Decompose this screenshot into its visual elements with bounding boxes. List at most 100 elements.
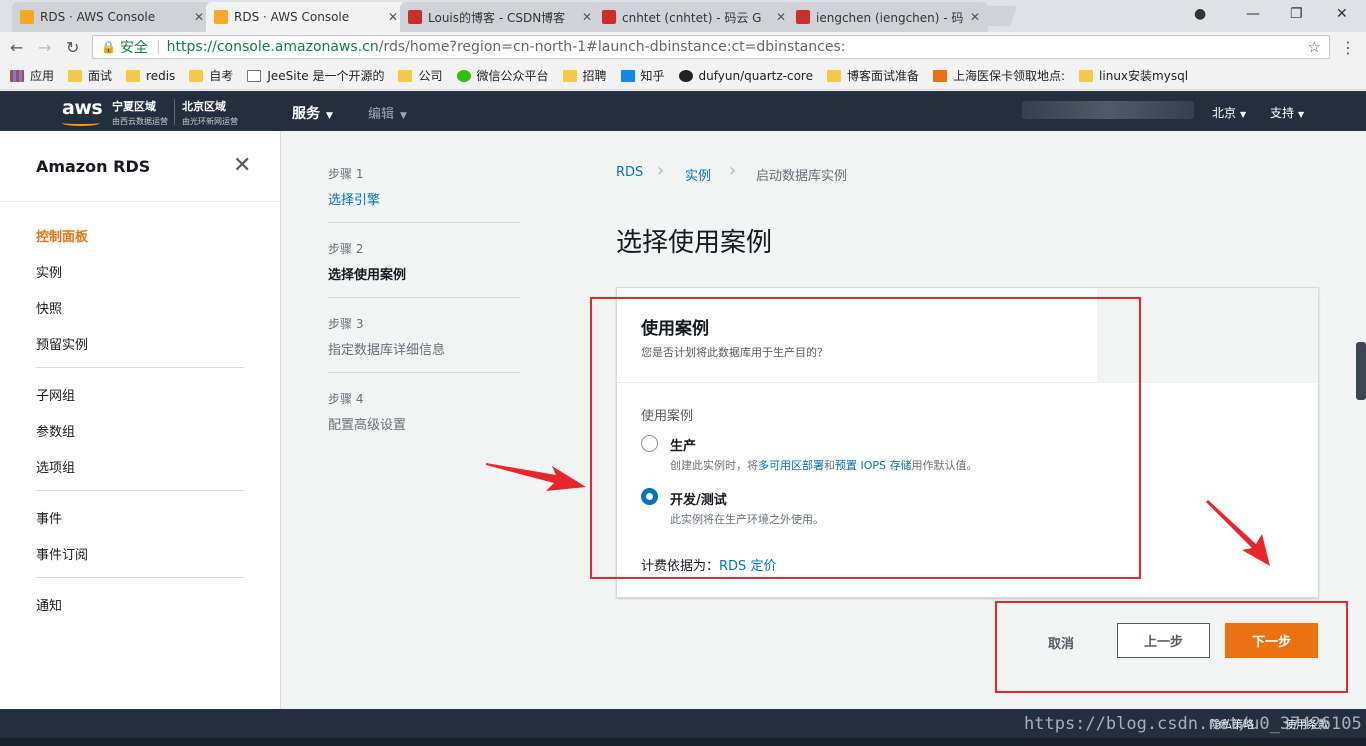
support-menu[interactable]: 支持 ▼ <box>1270 104 1304 121</box>
close-tab-icon[interactable]: ✕ <box>776 10 786 24</box>
step-2-number: 步骤 2 <box>328 242 364 256</box>
chevron-down-icon: ▼ <box>1298 110 1305 119</box>
new-tab-button[interactable] <box>978 6 1018 26</box>
sidebar-item-parameter-groups[interactable]: 参数组 <box>36 421 75 440</box>
forward-icon[interactable]: → <box>38 38 51 57</box>
edit-menu[interactable]: 编辑 ▼ <box>368 103 407 122</box>
aws-favicon-icon <box>214 10 228 24</box>
bookmark-item[interactable]: redis <box>126 69 175 83</box>
aws-smile-icon <box>62 120 100 126</box>
bookmark-item[interactable]: 公司 <box>398 67 443 84</box>
reload-icon[interactable]: ↻ <box>66 38 79 57</box>
browser-tab[interactable]: cnhtet (cnhtet) - 码云 G ✕ <box>594 2 794 32</box>
annotation-arrow-icon <box>1206 500 1270 566</box>
bookmark-item[interactable]: dufyun/quartz-core <box>678 69 813 83</box>
aws-console-header: aws 宁夏区域 由西云数据运营 北京区域 由光环新网运营 服务 ▼ 编辑 ▼ 北京… <box>0 91 1366 131</box>
bookmark-item[interactable]: 微信公众平台 <box>456 67 549 84</box>
step-4-number: 步骤 4 <box>328 392 364 406</box>
close-tab-icon[interactable]: ✕ <box>194 10 204 24</box>
close-tab-icon[interactable]: ✕ <box>388 10 398 24</box>
breadcrumb-rds[interactable]: RDS <box>616 165 643 180</box>
folder-icon <box>562 69 577 82</box>
url-input[interactable]: 🔒 安全 | https://console.amazonaws.cn /rds… <box>92 35 1330 59</box>
sidebar-divider <box>36 577 244 578</box>
browser-tab[interactable]: iengchen (iengchen) - 码 ✕ <box>788 2 988 32</box>
aws-logo[interactable]: aws <box>62 97 103 119</box>
scrollbar-handle[interactable] <box>1356 342 1366 400</box>
sidebar-title: Amazon RDS <box>36 157 151 176</box>
folder-icon <box>189 69 204 82</box>
gitee-favicon-icon <box>796 10 810 24</box>
region-ningxia: 宁夏区域 由西云数据运营 <box>112 100 168 126</box>
browser-tab-bar: RDS · AWS Console ✕ RDS · AWS Console ✕ … <box>0 0 1366 32</box>
step-3-number: 步骤 3 <box>328 317 364 331</box>
folder-icon <box>826 69 841 82</box>
bookmarks-bar: 应用 面试 redis 自考 JeeSite 是一个开源的 公司 微信公众平台 招聘 知乎 duf… <box>0 62 1366 90</box>
bookmark-item[interactable]: 上海医保卡领取地点: <box>933 67 1065 84</box>
window-close-icon[interactable]: ✕ <box>1336 6 1348 22</box>
sidebar-item-reserved[interactable]: 预留实例 <box>36 334 88 353</box>
ho-icon <box>933 69 947 82</box>
folder-icon <box>126 69 141 82</box>
sidebar-divider <box>36 367 244 368</box>
rds-sidebar: Amazon RDS ✕ 控制面板 实例 快照 预留实例 子网组 参数组 选项组… <box>0 131 281 709</box>
step-2-current: 选择使用案例 <box>328 268 407 283</box>
breadcrumb-chevron-icon: › <box>729 160 737 181</box>
browser-tab-active[interactable]: RDS · AWS Console ✕ <box>206 2 406 32</box>
sidebar-item-notifications[interactable]: 通知 <box>36 595 62 614</box>
step-1-number: 步骤 1 <box>328 167 364 181</box>
bookmark-star-icon[interactable]: ☆ <box>1308 38 1321 56</box>
step-3-label: 指定数据库详细信息 <box>328 343 446 358</box>
sidebar-item-instances[interactable]: 实例 <box>36 262 62 281</box>
sidebar-item-option-groups[interactable]: 选项组 <box>36 457 75 476</box>
close-tab-icon[interactable]: ✕ <box>582 10 592 24</box>
annotation-box-use-case <box>590 297 1141 579</box>
grid-icon <box>10 69 24 82</box>
bookmark-item[interactable]: 知乎 <box>620 67 665 84</box>
bookmark-item[interactable]: 面试 <box>68 67 112 84</box>
browser-tab[interactable]: Louis的博客 - CSDN博客 ✕ <box>400 2 600 32</box>
close-tab-icon[interactable]: ✕ <box>970 10 980 24</box>
minimize-icon[interactable]: — <box>1246 6 1260 22</box>
zhi-icon <box>620 69 635 82</box>
breadcrumb-chevron-icon: › <box>657 160 665 181</box>
sidebar-item-snapshots[interactable]: 快照 <box>36 298 62 317</box>
bookmark-item[interactable]: 招聘 <box>562 67 607 84</box>
folder-icon <box>1079 69 1094 82</box>
bookmark-item[interactable]: 自考 <box>189 67 233 84</box>
annotation-arrow-icon <box>486 463 586 491</box>
sidebar-item-event-subscriptions[interactable]: 事件订阅 <box>36 544 88 563</box>
step-1-link[interactable]: 选择引擎 <box>328 189 380 208</box>
sidebar-item-dashboard[interactable]: 控制面板 <box>36 226 88 245</box>
chevron-down-icon: ▼ <box>1240 110 1247 119</box>
browser-menu-icon[interactable]: ⋮ <box>1340 38 1356 57</box>
region-beijing: 北京区域 由光环新网运营 <box>182 100 238 126</box>
aws-favicon-icon <box>20 10 34 24</box>
chevron-down-icon: ▼ <box>326 111 333 121</box>
profile-icon[interactable]: ● <box>1194 6 1206 22</box>
gh-icon <box>678 69 693 82</box>
breadcrumb-current: 启动数据库实例 <box>756 169 848 184</box>
bookmark-item[interactable]: 博客面试准备 <box>826 67 919 84</box>
bookmark-item[interactable]: 应用 <box>10 67 54 84</box>
services-menu[interactable]: 服务 ▼ <box>292 103 333 123</box>
bookmark-item[interactable]: linux安装mysql <box>1079 67 1188 84</box>
restore-icon[interactable]: ❐ <box>1290 6 1303 22</box>
os-taskbar <box>0 738 1366 746</box>
step-4-label: 配置高级设置 <box>328 418 407 433</box>
sidebar-divider <box>36 490 244 491</box>
back-icon[interactable]: ← <box>10 38 23 57</box>
region-menu[interactable]: 北京 ▼ <box>1212 104 1246 121</box>
csdn-favicon-icon <box>408 10 422 24</box>
sidebar-item-subnet-groups[interactable]: 子网组 <box>36 385 75 404</box>
wechat-icon <box>456 69 471 82</box>
account-menu-blurred[interactable] <box>1022 101 1194 119</box>
doc-icon <box>247 69 262 82</box>
annotation-box-buttons <box>995 601 1348 693</box>
sidebar-item-events[interactable]: 事件 <box>36 508 62 527</box>
bookmark-item[interactable]: JeeSite 是一个开源的 <box>247 67 384 84</box>
breadcrumb-instances[interactable]: 实例 <box>685 165 711 184</box>
browser-tab[interactable]: RDS · AWS Console ✕ <box>12 2 212 32</box>
close-icon[interactable]: ✕ <box>233 153 251 178</box>
watermark: https://blog.csdn.net/u0_37426105 <box>1024 714 1362 734</box>
